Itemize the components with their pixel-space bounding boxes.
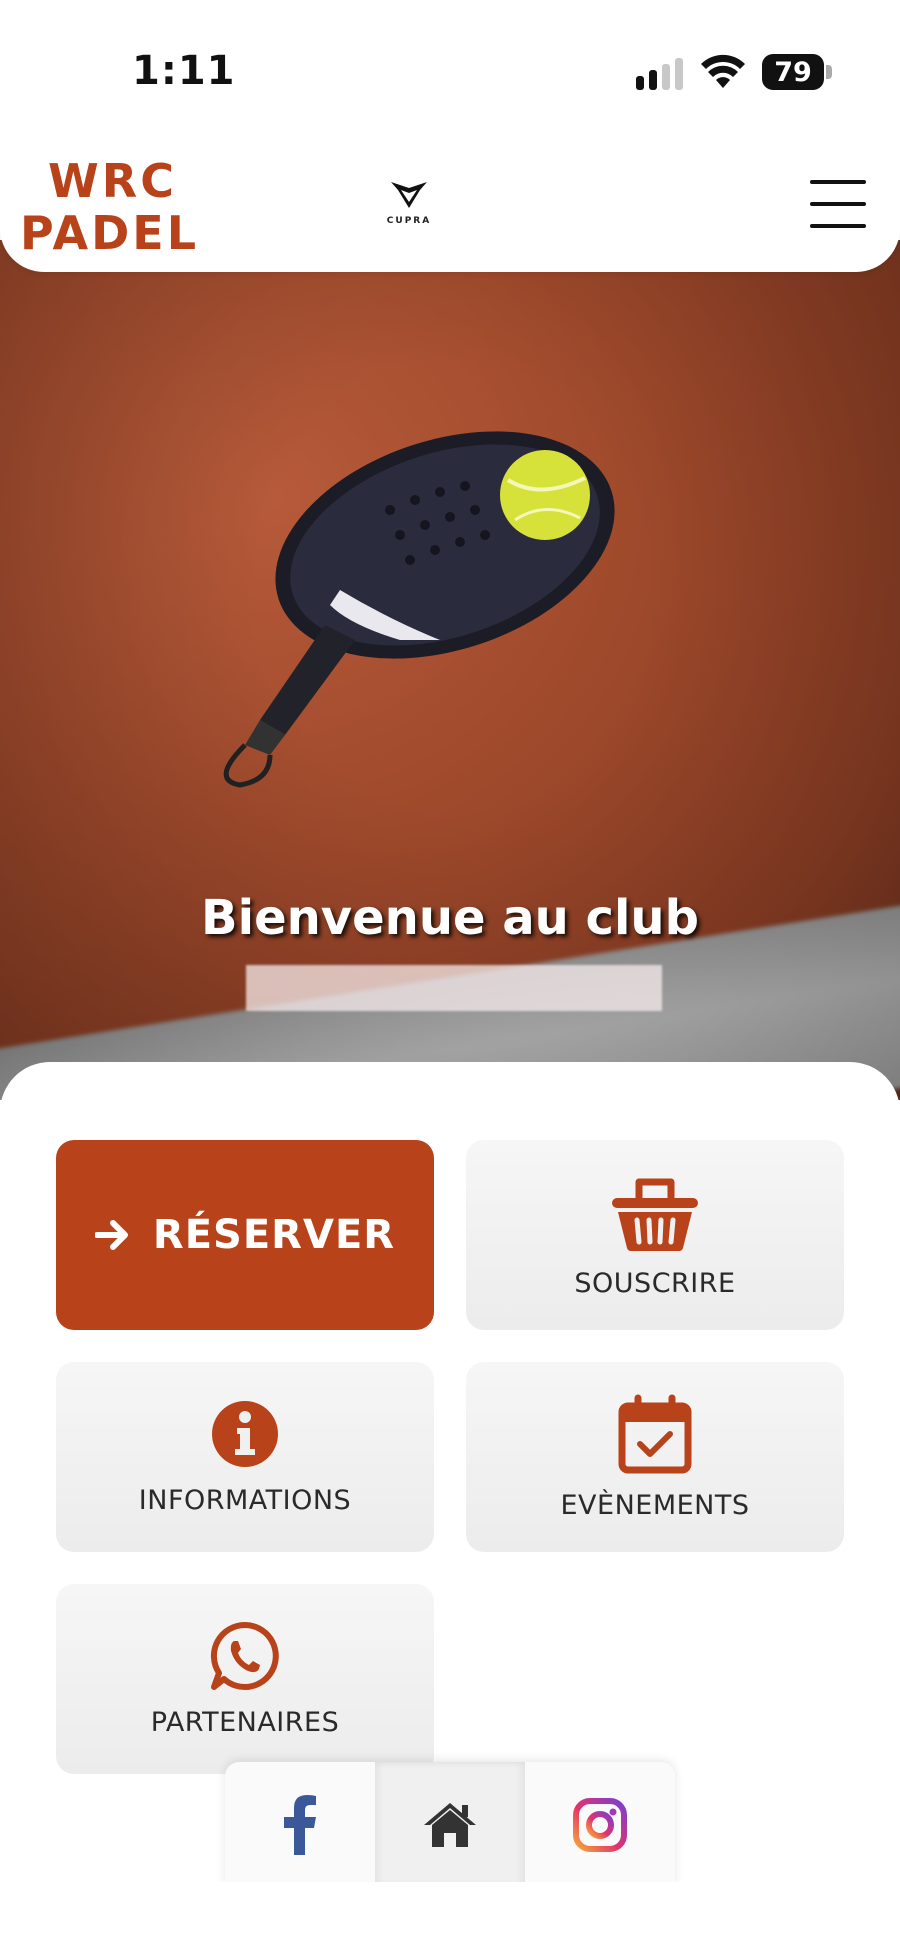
informations-label: INFORMATIONS xyxy=(138,1484,352,1516)
welcome-title: Bienvenue au club xyxy=(201,890,699,946)
social-bar xyxy=(225,1762,675,1887)
partners-button[interactable]: PARTENAIRES xyxy=(56,1584,434,1774)
app-header: WRC PADEL CUPRA xyxy=(0,140,900,272)
sponsor-name: CUPRA xyxy=(386,216,432,226)
facebook-icon xyxy=(284,1794,316,1855)
logo-line-1: WRC xyxy=(48,154,177,208)
partners-label: PARTENAIRES xyxy=(150,1706,340,1738)
informations-button[interactable]: INFORMATIONS xyxy=(56,1362,434,1552)
events-label: EVÈNEMENTS xyxy=(560,1489,750,1521)
info-icon xyxy=(212,1400,278,1467)
subscribe-button[interactable]: SOUSCRIRE xyxy=(466,1140,844,1330)
whatsapp-icon xyxy=(210,1621,279,1690)
instagram-link[interactable] xyxy=(525,1762,675,1887)
club-logo[interactable]: WRC PADEL xyxy=(20,158,199,256)
arrow-right-icon xyxy=(94,1220,128,1250)
reserve-label: RÉSERVER xyxy=(152,1212,396,1258)
blurred-club-name xyxy=(246,965,662,1011)
hero-banner: Bienvenue au club xyxy=(0,240,900,1100)
cellular-signal-icon xyxy=(636,56,683,90)
wifi-icon xyxy=(701,54,745,88)
home-icon xyxy=(424,1802,476,1847)
status-bar: 1:11 79 xyxy=(0,0,900,140)
sponsor-logo: CUPRA xyxy=(376,180,442,226)
status-time: 1:11 xyxy=(132,48,236,94)
reserve-button[interactable]: RÉSERVER xyxy=(56,1140,434,1330)
battery-indicator: 79 xyxy=(762,54,824,90)
calendar-check-icon xyxy=(618,1394,692,1473)
facebook-link[interactable] xyxy=(225,1762,375,1887)
instagram-icon xyxy=(573,1797,627,1852)
subscribe-label: SOUSCRIRE xyxy=(574,1267,736,1299)
cupra-icon xyxy=(391,182,427,208)
hamburger-menu-icon[interactable] xyxy=(810,180,866,228)
events-button[interactable]: EVÈNEMENTS xyxy=(466,1362,844,1552)
bottom-safe-area xyxy=(0,1882,900,1957)
battery-cap xyxy=(826,65,832,79)
logo-line-2: PADEL xyxy=(20,206,200,260)
home-link[interactable] xyxy=(375,1762,525,1887)
basket-icon xyxy=(612,1178,698,1251)
